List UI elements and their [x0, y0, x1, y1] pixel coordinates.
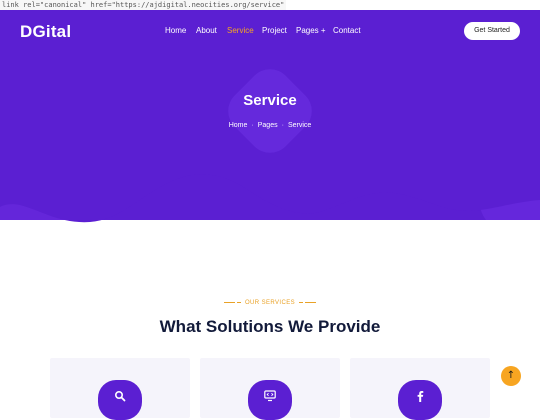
eyebrow-line	[223, 301, 235, 303]
search-icon	[114, 390, 126, 402]
eyebrow-line	[305, 301, 317, 303]
breadcrumb: Home · Pages · Service	[0, 122, 540, 129]
arrow-up-icon: ↑	[506, 370, 516, 381]
section-eyebrow: OUR SERVICES	[0, 300, 540, 306]
service-icon-badge	[398, 380, 442, 420]
page-source-text: link rel="canonical" href="https://ajdig…	[0, 0, 287, 10]
eyebrow-line	[299, 301, 304, 303]
monitor-code-icon	[264, 390, 276, 402]
page-title: Service	[243, 92, 297, 109]
nav-item-project[interactable]: Project	[262, 26, 287, 35]
get-started-button[interactable]: Get Started	[464, 22, 520, 40]
breadcrumb-current: Service	[287, 122, 312, 129]
service-icon-badge	[98, 380, 142, 420]
breadcrumb-home[interactable]: Home	[229, 122, 248, 129]
service-card[interactable]	[50, 358, 190, 420]
scroll-to-top-button[interactable]: ↑	[501, 366, 521, 386]
nav-item-service[interactable]: Service	[227, 26, 254, 35]
nav-item-home[interactable]: Home	[165, 26, 186, 35]
main-navigation: Home About Service Project Pages + Conta…	[0, 26, 540, 40]
breadcrumb-separator: ·	[281, 122, 284, 129]
nav-item-contact[interactable]: Contact	[333, 26, 361, 35]
facebook-icon	[417, 391, 424, 402]
decorative-diamond	[219, 60, 321, 162]
hero-wave-divider	[0, 160, 540, 223]
section-title: What Solutions We Provide	[159, 317, 381, 336]
nav-item-pages[interactable]: Pages +	[296, 26, 326, 35]
breadcrumb-separator: ·	[251, 122, 254, 129]
nav-item-about[interactable]: About	[196, 26, 217, 35]
service-card[interactable]	[350, 358, 490, 420]
service-icon-badge	[248, 380, 292, 420]
breadcrumb-pages[interactable]: Pages	[258, 122, 278, 129]
service-card[interactable]	[200, 358, 340, 420]
eyebrow-label: OUR SERVICES	[244, 300, 296, 306]
eyebrow-line	[236, 301, 241, 303]
